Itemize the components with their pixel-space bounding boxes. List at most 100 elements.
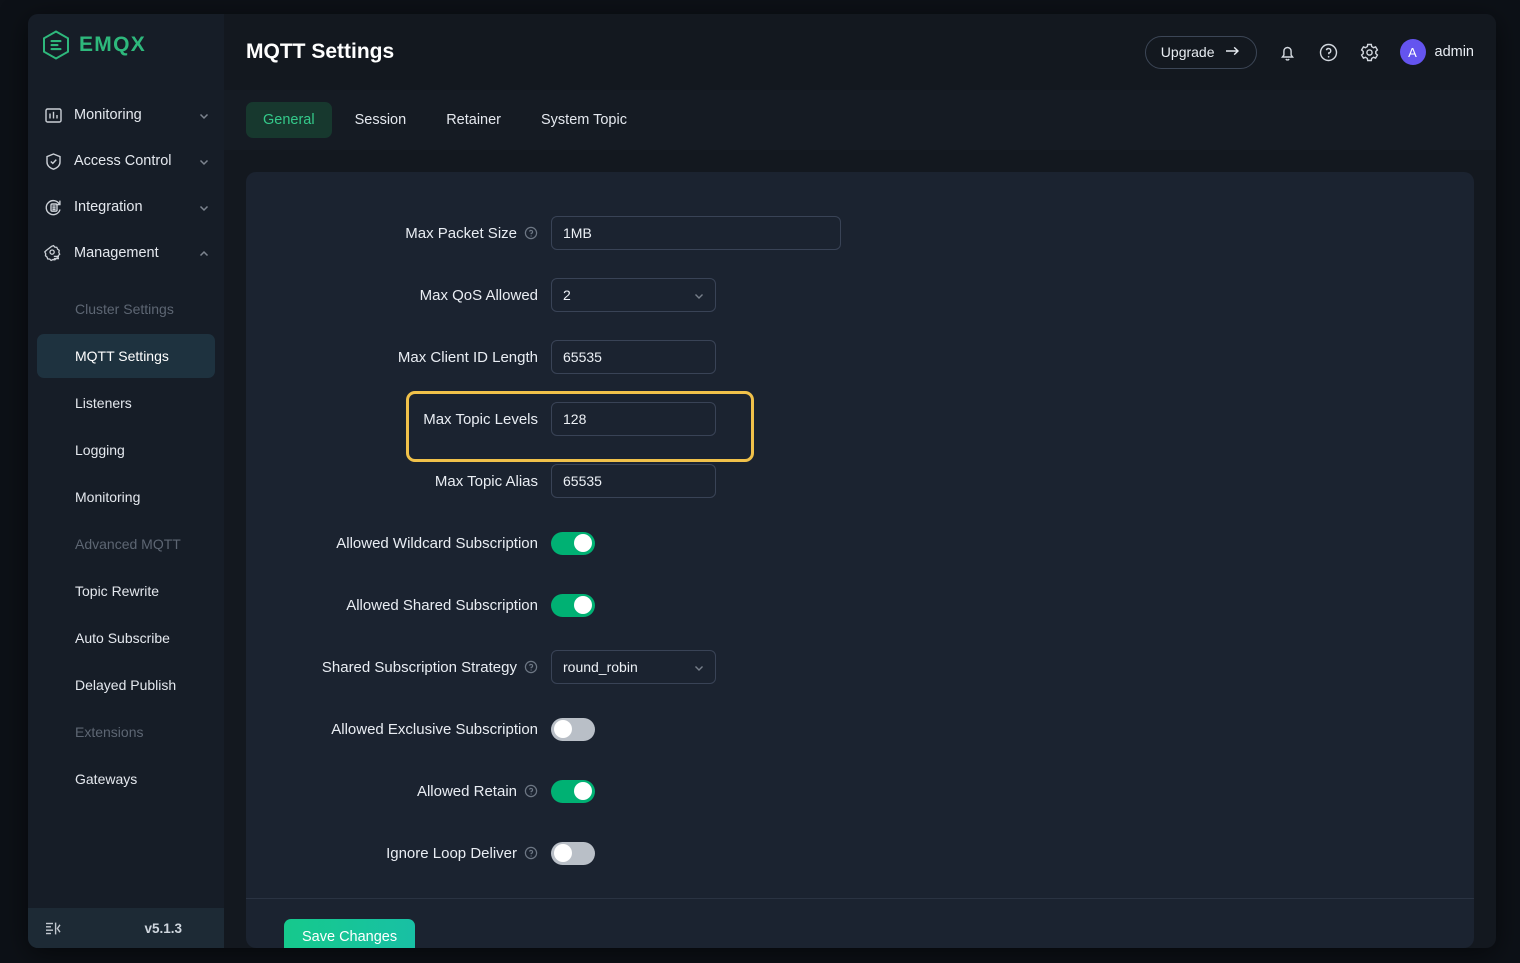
help-icon[interactable]: [524, 226, 538, 240]
field-label-text: Allowed Retain: [417, 783, 517, 800]
field-row-max-client-id-length: Max Client ID Length 65535: [246, 326, 1474, 388]
sidebar-item-gateways[interactable]: Gateways: [37, 757, 215, 801]
field-label-text: Max Packet Size: [405, 225, 517, 242]
top-bar-actions: Upgrade: [1145, 36, 1474, 69]
sidebar-group-label: Monitoring: [74, 107, 187, 123]
emqx-hexagon-logo-icon: [42, 30, 70, 60]
sidebar-group-label: Management: [74, 245, 187, 261]
sidebar-nav: Monitoring Access Control: [28, 76, 224, 804]
version-label: v5.1.3: [144, 921, 208, 936]
bar-chart-icon: [44, 106, 63, 125]
field-label: Ignore Loop Deliver: [246, 845, 551, 862]
field-label: Max Packet Size: [246, 225, 551, 242]
chevron-down-icon: [198, 155, 210, 167]
sidebar-item-label: Listeners: [75, 395, 132, 411]
toggle-knob: [554, 720, 572, 738]
upgrade-button[interactable]: Upgrade: [1145, 36, 1257, 69]
help-icon[interactable]: [524, 660, 538, 674]
sidebar-item-label: Logging: [75, 442, 125, 458]
allowed-retain-toggle[interactable]: [551, 780, 595, 803]
field-row-max-topic-levels: Max Topic Levels 128: [246, 388, 1474, 450]
user-menu[interactable]: A admin: [1400, 39, 1475, 65]
sidebar-item-topic-rewrite[interactable]: Topic Rewrite: [37, 569, 215, 613]
field-row-max-topic-alias: Max Topic Alias 65535: [246, 450, 1474, 512]
save-changes-button[interactable]: Save Changes: [284, 919, 415, 948]
sidebar-item-mqtt-settings[interactable]: MQTT Settings: [37, 334, 215, 378]
card-footer: Save Changes: [246, 899, 1474, 948]
avatar: A: [1400, 39, 1426, 65]
field-label: Shared Subscription Strategy: [246, 659, 551, 676]
toggle-knob: [554, 844, 572, 862]
tab-label: Retainer: [446, 112, 501, 128]
sidebar-group-monitoring[interactable]: Monitoring: [28, 92, 224, 138]
allowed-exclusive-subscription-toggle[interactable]: [551, 718, 595, 741]
main-area: MQTT Settings Upgrade: [224, 14, 1496, 948]
brand-logo[interactable]: EMQX: [28, 14, 224, 76]
collapse-sidebar-icon[interactable]: [44, 920, 61, 937]
toggle-knob: [574, 596, 592, 614]
chevron-down-icon: [198, 109, 210, 121]
field-row-allowed-shared-subscription: Allowed Shared Subscription: [246, 574, 1474, 636]
sidebar-item-delayed-publish[interactable]: Delayed Publish: [37, 663, 215, 707]
field-label-text: Ignore Loop Deliver: [386, 845, 517, 862]
sidebar-item-advanced-mqtt[interactable]: Advanced MQTT: [37, 522, 215, 566]
shared-subscription-strategy-select[interactable]: round_robin: [551, 650, 716, 684]
field-row-ignore-loop-deliver: Ignore Loop Deliver: [246, 822, 1474, 884]
sidebar-item-cluster-settings[interactable]: Cluster Settings: [37, 287, 215, 331]
bell-icon[interactable]: [1277, 42, 1298, 63]
sidebar-item-label: Auto Subscribe: [75, 630, 170, 646]
max-packet-size-input[interactable]: 1MB: [551, 216, 841, 250]
field-label-text: Allowed Exclusive Subscription: [331, 721, 538, 738]
sidebar-item-label: MQTT Settings: [75, 348, 169, 364]
integration-icon: [44, 198, 63, 217]
help-icon[interactable]: [524, 784, 538, 798]
max-topic-levels-input[interactable]: 128: [551, 402, 716, 436]
sidebar-item-label: Monitoring: [75, 489, 140, 505]
sidebar-item-logging[interactable]: Logging: [37, 428, 215, 472]
max-qos-allowed-select[interactable]: 2: [551, 278, 716, 312]
max-topic-alias-input[interactable]: 65535: [551, 464, 716, 498]
select-value: 2: [563, 287, 693, 303]
field-label: Allowed Shared Subscription: [246, 597, 551, 614]
sidebar-item-label: Topic Rewrite: [75, 583, 159, 599]
sidebar-item-auto-subscribe[interactable]: Auto Subscribe: [37, 616, 215, 660]
tab-label: General: [263, 112, 315, 128]
sidebar-item-label: Gateways: [75, 771, 137, 787]
app-window: EMQX Monitoring: [28, 14, 1496, 948]
sidebar-item-extensions[interactable]: Extensions: [37, 710, 215, 754]
sidebar-group-integration[interactable]: Integration: [28, 184, 224, 230]
sidebar-item-listeners[interactable]: Listeners: [37, 381, 215, 425]
ignore-loop-deliver-toggle[interactable]: [551, 842, 595, 865]
max-client-id-length-input[interactable]: 65535: [551, 340, 716, 374]
field-label-text: Max Client ID Length: [398, 349, 538, 366]
gear-icon[interactable]: [1359, 42, 1380, 63]
allowed-shared-subscription-toggle[interactable]: [551, 594, 595, 617]
allowed-wildcard-subscription-toggle[interactable]: [551, 532, 595, 555]
sidebar-item-label: Advanced MQTT: [75, 536, 181, 552]
field-label-text: Max QoS Allowed: [420, 287, 538, 304]
tab-retainer[interactable]: Retainer: [429, 102, 518, 138]
sidebar-item-monitoring[interactable]: Monitoring: [37, 475, 215, 519]
field-label: Max Client ID Length: [246, 349, 551, 366]
sidebar-group-management[interactable]: Management: [28, 230, 224, 276]
sidebar-item-label: Extensions: [75, 724, 143, 740]
field-label: Allowed Retain: [246, 783, 551, 800]
tab-general[interactable]: General: [246, 102, 332, 138]
field-row-max-packet-size: Max Packet Size 1MB: [246, 202, 1474, 264]
help-icon[interactable]: [524, 846, 538, 860]
tab-session[interactable]: Session: [338, 102, 424, 138]
field-row-max-qos-allowed: Max QoS Allowed 2: [246, 264, 1474, 326]
field-row-allowed-wildcard-subscription: Allowed Wildcard Subscription: [246, 512, 1474, 574]
chevron-down-icon: [198, 201, 210, 213]
settings-card: Max Packet Size 1MB Max QoS Allowed: [246, 172, 1474, 948]
sidebar-group-access-control[interactable]: Access Control: [28, 138, 224, 184]
sidebar-submenu-management: Cluster Settings MQTT Settings Listeners…: [28, 276, 224, 801]
tab-system-topic[interactable]: System Topic: [524, 102, 644, 138]
arrow-right-icon: [1225, 44, 1241, 60]
field-row-shared-subscription-strategy: Shared Subscription Strategy round_robin: [246, 636, 1474, 698]
field-row-allowed-retain: Allowed Retain: [246, 760, 1474, 822]
chevron-up-icon: [198, 247, 210, 259]
help-circle-icon[interactable]: [1318, 42, 1339, 63]
field-row-allowed-exclusive-subscription: Allowed Exclusive Subscription: [246, 698, 1474, 760]
field-label: Allowed Exclusive Subscription: [246, 721, 551, 738]
